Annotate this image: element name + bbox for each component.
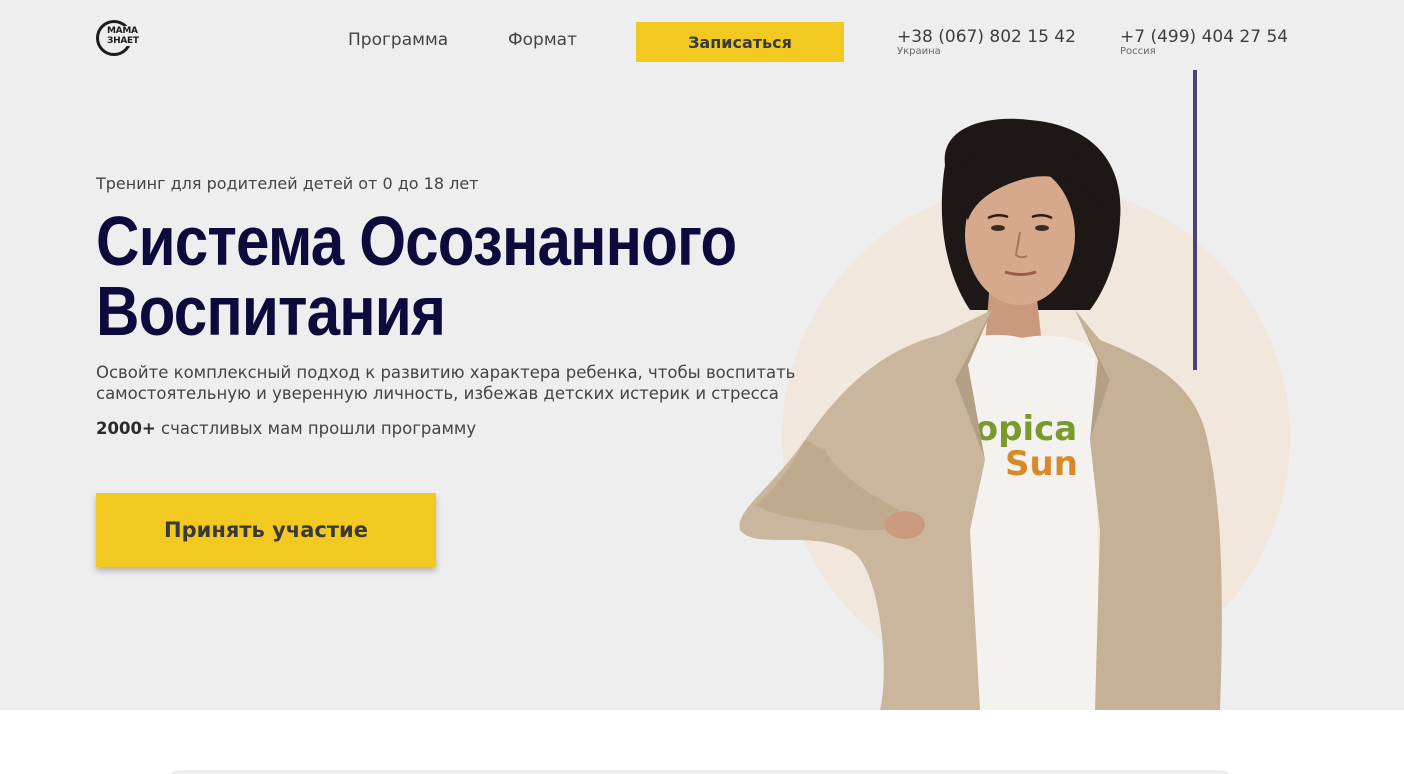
person-photo: ropica Sun [739, 118, 1222, 710]
next-section-card [170, 770, 1230, 774]
nav-link-program[interactable]: Программа [348, 30, 448, 50]
phone-country: Украина [897, 46, 941, 57]
stat-number: 2000+ [96, 419, 156, 438]
hero-section: МАМА ЗНАЕТ Программа Формат Записаться +… [0, 0, 1404, 710]
phone-number[interactable]: +7 (499) 404 27 54 [1120, 27, 1288, 47]
shirt-print-line2: Sun [1005, 444, 1078, 484]
participate-button[interactable]: Принять участие [96, 493, 436, 567]
nav-link-format[interactable]: Формат [508, 30, 577, 50]
hero-description: Освойте комплексный подход к развитию ха… [96, 363, 796, 403]
logo-text-line2: ЗНАЕТ [107, 36, 139, 46]
logo-text: МАМА ЗНАЕТ [106, 26, 140, 46]
phone-country: Россия [1120, 46, 1156, 57]
phone-number[interactable]: +38 (067) 802 15 42 [897, 27, 1076, 47]
stat-text: счастливых мам прошли программу [155, 419, 477, 438]
hero-title: Система Осознанного Воспитания [96, 206, 737, 346]
logo-text-line1: МАМА [107, 26, 138, 36]
phone-ukraine[interactable]: +38 (067) 802 15 42 Украина [897, 27, 1076, 57]
logo-icon[interactable]: МАМА ЗНАЕТ [96, 20, 140, 56]
hero-stat: 2000+ счастливых мам прошли программу [96, 419, 476, 438]
hero-title-line1: Система Осознанного [96, 202, 737, 280]
signup-button[interactable]: Записаться [636, 22, 844, 62]
hero-subtitle: Тренинг для родителей детей от 0 до 18 л… [96, 174, 479, 193]
hero-title-line2: Воспитания [96, 272, 446, 350]
phone-russia[interactable]: +7 (499) 404 27 54 Россия [1120, 27, 1288, 57]
